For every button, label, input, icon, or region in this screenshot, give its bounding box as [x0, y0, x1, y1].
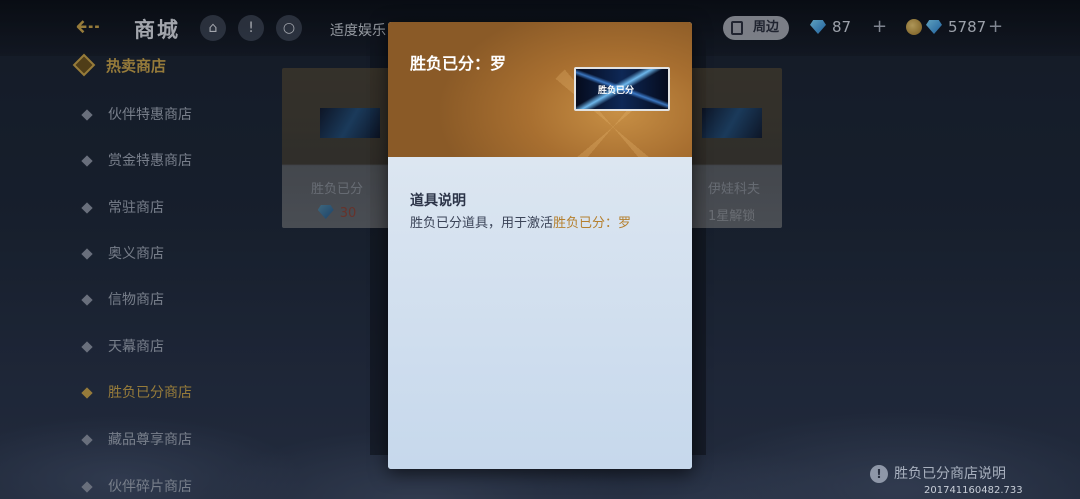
highlighted-item-name: 胜负已分：罗	[553, 216, 632, 231]
description-heading: 道具说明	[410, 193, 466, 209]
item-detail-dialog: 胜负已分：罗 胜负已分 道具说明 胜负已分道具，用于激活胜负已分：罗	[388, 22, 692, 469]
item-thumbnail: 胜负已分	[574, 67, 670, 111]
thumbnail-text: 胜负已分	[598, 86, 635, 96]
help-label: 胜负已分商店说明	[894, 466, 1006, 482]
info-icon: !	[870, 465, 888, 483]
shop-help-button[interactable]: ! 胜负已分商店说明	[870, 463, 1006, 483]
description-text: 胜负已分道具，用于激活胜负已分：罗	[410, 216, 632, 231]
dialog-header: 胜负已分：罗 胜负已分	[388, 22, 692, 202]
version-text: 201741160482.733	[924, 485, 1023, 496]
item-title: 胜负已分：罗	[410, 54, 507, 73]
dialog-body: 道具说明 胜负已分道具，用于激活胜负已分：罗	[388, 157, 692, 469]
